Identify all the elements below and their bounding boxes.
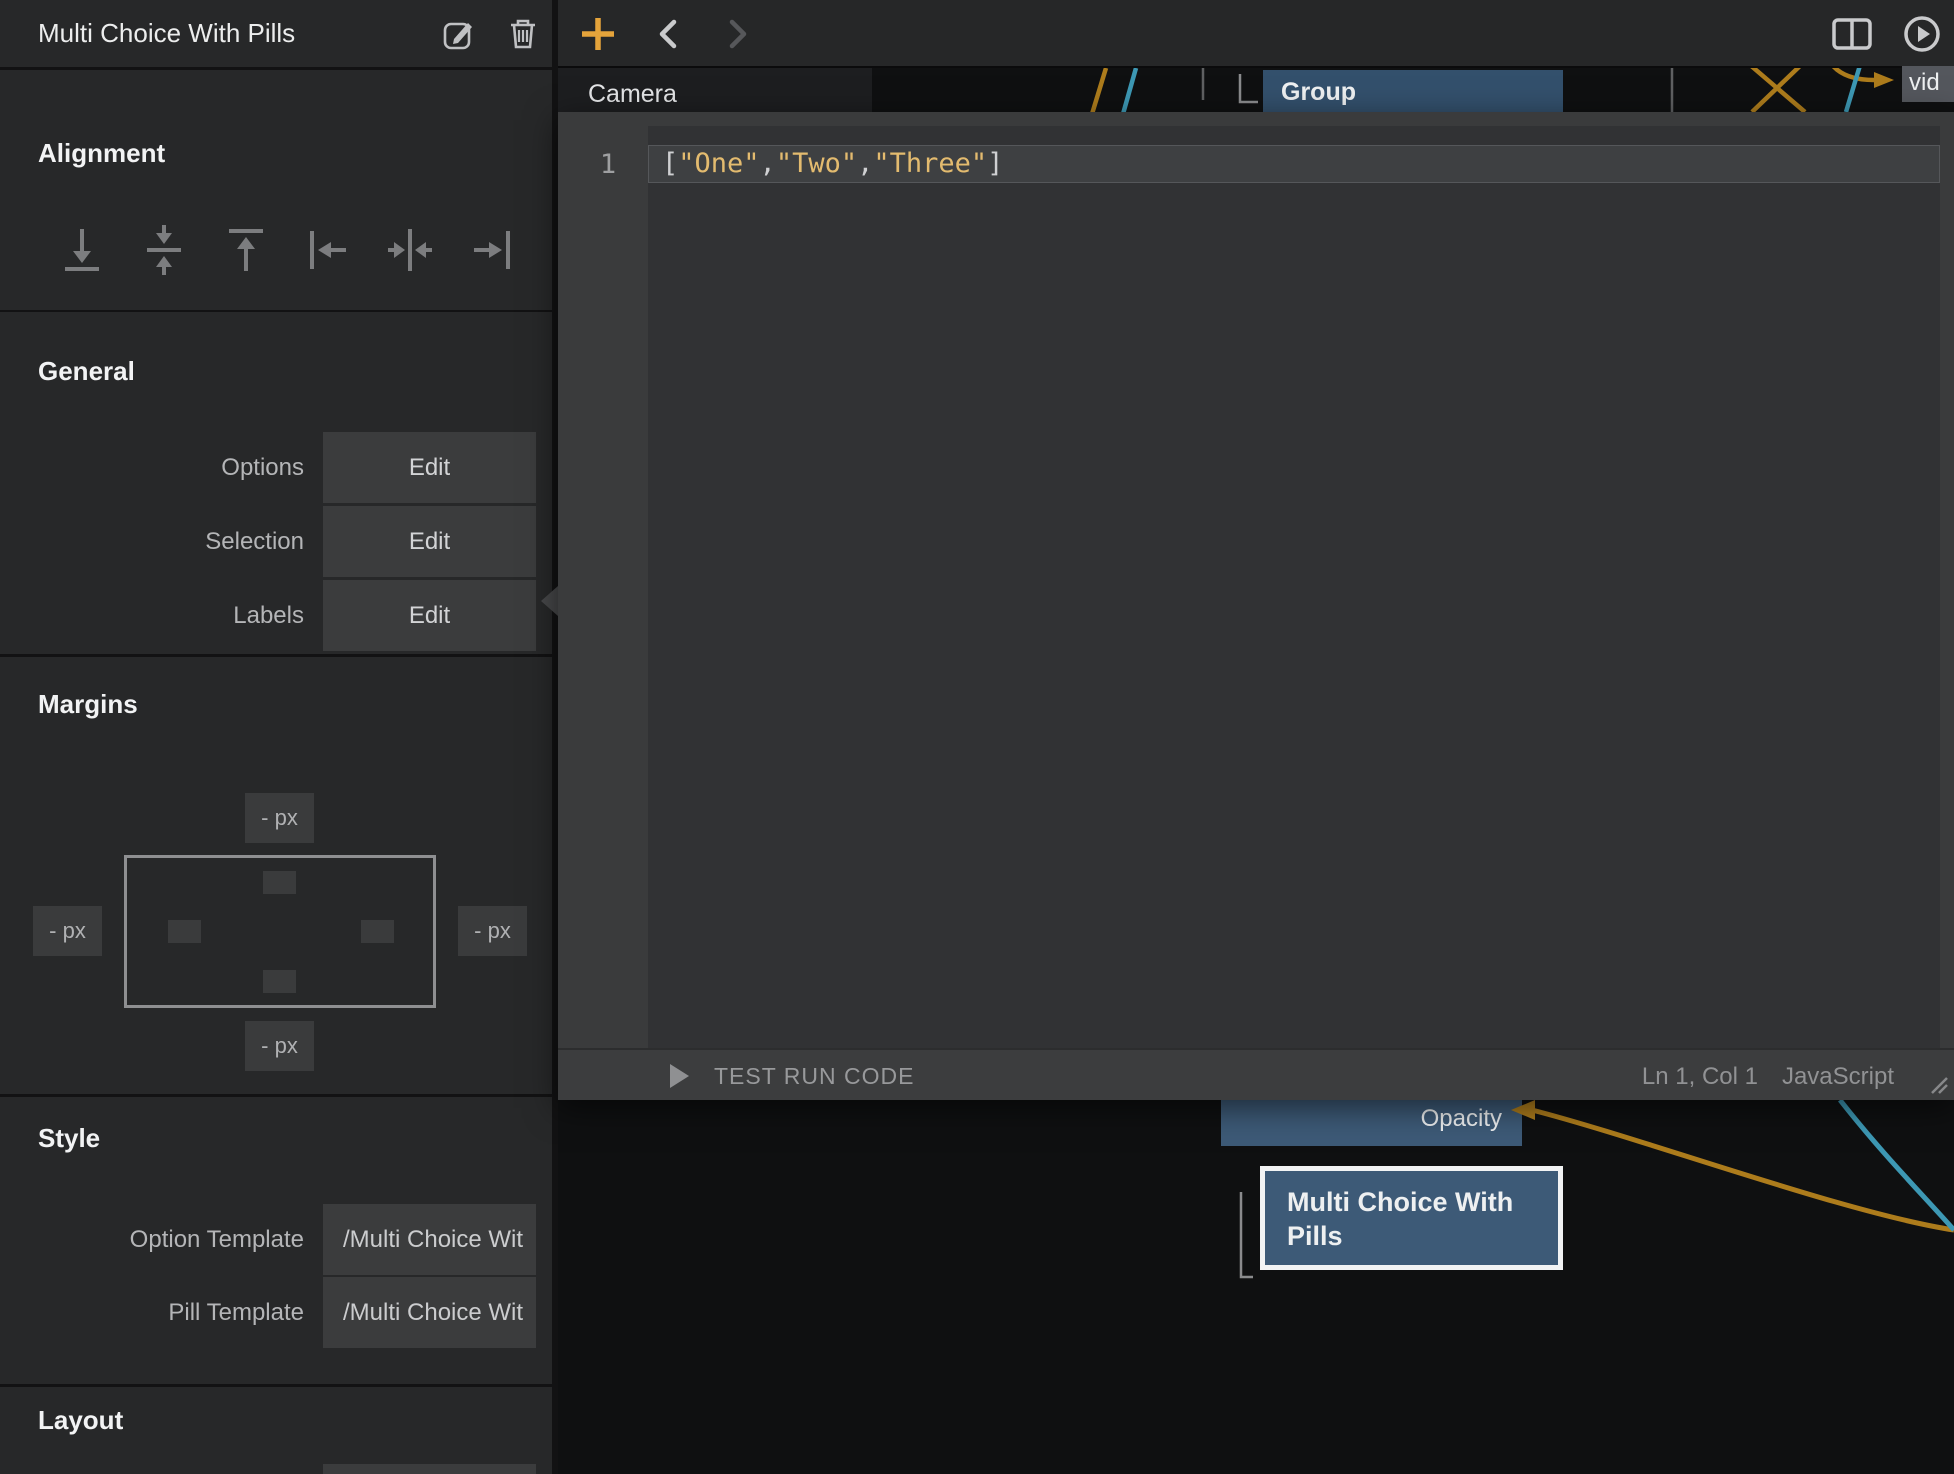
code-editor-popup: 1 ["One","Two","Three"] TEST RUN CODE Ln… — [558, 112, 1954, 1100]
align-bottom-icon[interactable] — [60, 222, 104, 278]
history-forward-icon[interactable] — [716, 0, 760, 68]
line-number: 1 — [588, 149, 628, 180]
pill-template-label: Pill Template — [168, 1299, 304, 1327]
layout-heading: Layout — [38, 1405, 123, 1436]
node-opacity[interactable]: Opacity — [1221, 1100, 1522, 1146]
node-video[interactable]: vid — [1902, 66, 1954, 102]
align-left-icon[interactable] — [306, 222, 350, 278]
layout-partial-button[interactable] — [323, 1464, 536, 1474]
padding-left-handle[interactable] — [168, 920, 201, 943]
margin-right-input[interactable]: - px — [458, 906, 527, 956]
node-multi-choice-with-pills-selected[interactable]: Multi Choice With Pills — [1260, 1166, 1563, 1270]
add-node-icon[interactable] — [576, 0, 620, 68]
group-child-connector — [1240, 74, 1258, 102]
margin-left-input[interactable]: - px — [33, 906, 102, 956]
language-status: JavaScript — [1782, 1063, 1894, 1091]
style-heading: Style — [38, 1123, 100, 1154]
labels-row: Labels Edit — [0, 580, 552, 651]
section-alignment: Alignment — [0, 70, 552, 310]
selection-label: Selection — [205, 528, 304, 556]
align-top-icon[interactable] — [224, 222, 268, 278]
selection-edit-button[interactable]: Edit — [323, 506, 536, 577]
rename-icon[interactable] — [443, 16, 475, 50]
run-preview-icon[interactable] — [1896, 0, 1948, 68]
properties-sidebar: Multi Choice With Pills Alignment — [0, 0, 558, 1474]
node-camera[interactable]: Camera — [558, 68, 872, 114]
padding-bottom-handle[interactable] — [263, 970, 296, 993]
margin-top-input[interactable]: - px — [245, 793, 314, 843]
test-run-code-button[interactable]: TEST RUN CODE — [668, 1050, 914, 1102]
selected-node-title: Multi Choice With Pills — [38, 18, 295, 49]
options-label: Options — [221, 454, 304, 482]
editor-footer-bar: TEST RUN CODE Ln 1, Col 1 JavaScript — [558, 1048, 1954, 1100]
split-view-icon[interactable] — [1828, 0, 1876, 68]
options-edit-button[interactable]: Edit — [323, 432, 536, 503]
sidebar-header: Multi Choice With Pills — [0, 0, 552, 67]
margins-heading: Margins — [38, 689, 138, 720]
padding-top-handle[interactable] — [263, 871, 296, 894]
run-play-icon — [668, 1063, 690, 1089]
selection-row: Selection Edit — [0, 506, 552, 577]
node-group[interactable]: Group — [1263, 70, 1563, 116]
option-template-label: Option Template — [130, 1226, 304, 1254]
multi-choice-child-connector — [1241, 1192, 1253, 1277]
delete-icon[interactable] — [507, 16, 539, 50]
labels-edit-button[interactable]: Edit — [323, 580, 536, 651]
align-right-icon[interactable] — [470, 222, 514, 278]
section-general: General Options Edit Selection Edit Labe… — [0, 312, 552, 654]
section-margins: Margins - px - px - px - px — [0, 657, 552, 1094]
pill-template-value[interactable]: /Multi Choice Wit — [323, 1277, 536, 1348]
align-horizontal-center-icon[interactable] — [388, 222, 432, 278]
top-toolbar — [558, 0, 1954, 68]
cursor-position-status: Ln 1, Col 1 — [1642, 1063, 1758, 1091]
options-row: Options Edit — [0, 432, 552, 503]
alignment-heading: Alignment — [38, 138, 165, 169]
code-line-content[interactable]: ["One","Two","Three"] — [662, 148, 1003, 179]
padding-right-handle[interactable] — [361, 920, 394, 943]
margins-box-diagram — [124, 855, 436, 1008]
history-back-icon[interactable] — [646, 0, 690, 68]
section-style: Style Option Template /Multi Choice Wit … — [0, 1097, 552, 1384]
labels-label: Labels — [233, 602, 304, 630]
resize-grip[interactable] — [1928, 1076, 1948, 1094]
option-template-value[interactable]: /Multi Choice Wit — [323, 1204, 536, 1275]
app-window: Multi Choice With Pills Alignment — [0, 0, 1954, 1474]
option-template-row: Option Template /Multi Choice Wit — [0, 1204, 552, 1275]
editor-anchor-arrow — [541, 586, 558, 616]
margin-bottom-input[interactable]: - px — [245, 1021, 314, 1071]
general-heading: General — [38, 356, 135, 387]
pill-template-row: Pill Template /Multi Choice Wit — [0, 1277, 552, 1348]
alignment-buttons — [60, 222, 530, 278]
section-layout: Layout — [0, 1387, 552, 1474]
align-vertical-center-icon[interactable] — [142, 222, 186, 278]
code-editor-area[interactable] — [648, 126, 1940, 1048]
